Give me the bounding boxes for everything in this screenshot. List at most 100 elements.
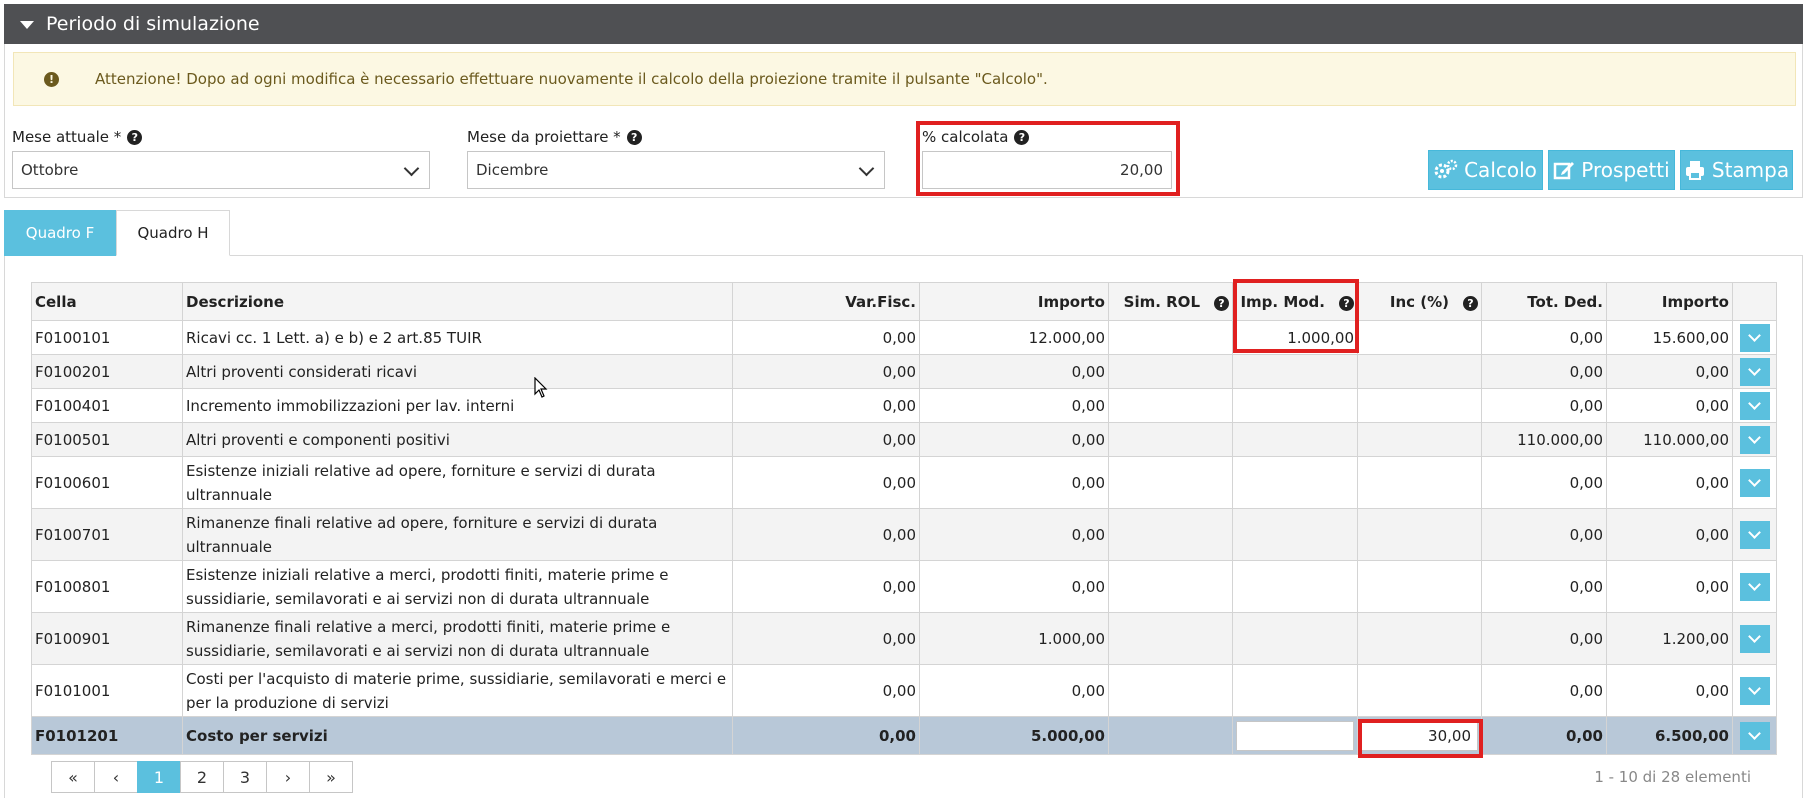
chevron-down-icon — [1748, 329, 1761, 342]
table-row[interactable]: F0100901 Rimanenze finali relative a merc… — [31, 612, 1777, 665]
cell-tot-ded: 0,00 — [1481, 320, 1607, 355]
help-icon[interactable]: ? — [626, 129, 642, 145]
cell-sim-rol — [1108, 508, 1233, 561]
row-expand-button[interactable] — [1739, 520, 1770, 549]
table-header-row: Cella Descrizione Var.Fisc. Importo Sim.… — [31, 282, 1777, 321]
cell-sim-rol — [1108, 388, 1233, 423]
col-importo-2[interactable]: Importo — [1606, 282, 1733, 321]
cell-sim-rol — [1108, 612, 1233, 665]
table-row[interactable]: F0100201 Altri proventi considerati ricav… — [31, 354, 1777, 389]
table-row[interactable]: F0101201 Costo per servizi 0,00 5.000,00 30,… — [31, 716, 1777, 755]
row-expand-button[interactable] — [1739, 468, 1770, 497]
pagination: « ‹ 1 2 3 › » — [51, 761, 353, 793]
percentuale-input[interactable]: 20,00 — [922, 151, 1172, 189]
chevron-down-icon — [1748, 682, 1761, 695]
cell-var-fisc: 0,00 — [732, 388, 920, 423]
table-row[interactable]: F0100601 Esistenze iniziali relative ad o… — [31, 456, 1777, 509]
col-descrizione[interactable]: Descrizione — [182, 282, 733, 321]
cell-importo: 0,00 — [919, 508, 1109, 561]
pager-first-button[interactable]: « — [51, 761, 95, 793]
pager-page-3[interactable]: 3 — [223, 761, 267, 793]
row-expand-button[interactable] — [1739, 572, 1770, 601]
tab-quadro-f[interactable]: Quadro F — [4, 210, 116, 256]
calcolo-button[interactable]: Calcolo — [1428, 150, 1543, 190]
cell-importo2: 0,00 — [1606, 354, 1733, 389]
cell-descrizione: Altri proventi e componenti positivi — [182, 422, 733, 457]
cell-cella: F0100501 — [31, 422, 183, 457]
help-icon[interactable]: ? — [1014, 129, 1030, 145]
imp-mod-input[interactable] — [1236, 720, 1354, 751]
table-row[interactable]: F0100101 Ricavi cc. 1 Lett. a) e b) e 2 a… — [31, 320, 1777, 355]
cell-descrizione: Altri proventi considerati ricavi — [182, 354, 733, 389]
gears-icon — [1434, 159, 1458, 179]
help-icon[interactable]: ? — [1214, 295, 1229, 311]
col-tot-ded[interactable]: Tot. Ded. — [1481, 282, 1607, 321]
col-importo[interactable]: Importo — [919, 282, 1109, 321]
chevron-down-icon — [1748, 431, 1761, 444]
panel-header[interactable]: Periodo di simulazione — [4, 4, 1803, 44]
cell-cella: F0100701 — [31, 508, 183, 561]
chevron-down-icon — [858, 160, 875, 177]
cell-sim-rol — [1108, 560, 1233, 613]
table-row[interactable]: F0100501 Altri proventi e componenti posi… — [31, 422, 1777, 457]
pager-prev-button[interactable]: ‹ — [94, 761, 138, 793]
col-sim-rol[interactable]: Sim. ROL? — [1108, 282, 1233, 321]
cell-inc — [1357, 560, 1482, 613]
cell-cella: F0100201 — [31, 354, 183, 389]
stampa-button[interactable]: Stampa — [1680, 150, 1793, 190]
mese-attuale-label: Mese attuale * ? — [12, 128, 143, 146]
cell-var-fisc: 0,00 — [732, 354, 920, 389]
cell-importo: 5.000,00 — [919, 716, 1109, 755]
cell-importo: 0,00 — [919, 354, 1109, 389]
table-row[interactable]: F0100401 Incremento immobilizzazioni per … — [31, 388, 1777, 423]
col-inc[interactable]: Inc (%)? — [1357, 282, 1482, 321]
cell-actions — [1732, 320, 1777, 355]
cell-descrizione: Ricavi cc. 1 Lett. a) e b) e 2 art.85 TU… — [182, 320, 733, 355]
highlight-box — [1233, 279, 1359, 353]
pager-next-button[interactable]: › — [266, 761, 310, 793]
highlight-box — [1358, 719, 1483, 758]
table-row[interactable]: F0100801 Esistenze iniziali relative a me… — [31, 560, 1777, 613]
table-row[interactable]: F0100701 Rimanenze finali relative ad ope… — [31, 508, 1777, 561]
exclamation-icon: ! — [44, 71, 59, 87]
cell-imp-mod — [1232, 612, 1358, 665]
mese-attuale-select[interactable]: Ottobre — [12, 151, 430, 189]
print-icon — [1685, 161, 1704, 180]
cell-importo2: 0,00 — [1606, 664, 1733, 717]
row-expand-button[interactable] — [1739, 624, 1770, 653]
cell-cella: F0101001 — [31, 664, 183, 717]
cell-tot-ded: 0,00 — [1481, 612, 1607, 665]
help-icon[interactable]: ? — [1463, 295, 1478, 311]
data-table: Cella Descrizione Var.Fisc. Importo Sim.… — [31, 282, 1777, 755]
chevron-down-icon — [1748, 630, 1761, 643]
chevron-down-icon — [1748, 526, 1761, 539]
cell-sim-rol — [1108, 422, 1233, 457]
prospetti-button[interactable]: Prospetti — [1548, 150, 1675, 190]
cell-importo2: 110.000,00 — [1606, 422, 1733, 457]
cell-actions — [1732, 612, 1777, 665]
cell-sim-rol — [1108, 716, 1233, 755]
cell-descrizione: Incremento immobilizzazioni per lav. int… — [182, 388, 733, 423]
table-row[interactable]: F0101001 Costi per l'acquisto di materie … — [31, 664, 1777, 717]
row-expand-button[interactable] — [1739, 425, 1770, 454]
row-expand-button[interactable] — [1739, 676, 1770, 705]
pager-last-button[interactable]: » — [309, 761, 353, 793]
mese-proiettare-select[interactable]: Dicembre — [467, 151, 885, 189]
cell-actions — [1732, 456, 1777, 509]
row-expand-button[interactable] — [1739, 323, 1770, 352]
cell-tot-ded: 0,00 — [1481, 716, 1607, 755]
pager-page-2[interactable]: 2 — [180, 761, 224, 793]
help-icon[interactable]: ? — [127, 129, 143, 145]
mouse-cursor-icon — [534, 377, 548, 398]
row-expand-button[interactable] — [1739, 357, 1770, 386]
caret-down-icon — [20, 21, 34, 29]
row-expand-button[interactable] — [1739, 721, 1770, 750]
row-expand-button[interactable] — [1739, 391, 1770, 420]
cell-importo: 0,00 — [919, 560, 1109, 613]
pager-page-1[interactable]: 1 — [137, 761, 181, 793]
tab-quadro-h[interactable]: Quadro H — [116, 210, 230, 256]
cell-inc — [1357, 422, 1482, 457]
cell-tot-ded: 110.000,00 — [1481, 422, 1607, 457]
col-cella[interactable]: Cella — [31, 282, 183, 321]
col-var-fisc[interactable]: Var.Fisc. — [732, 282, 920, 321]
